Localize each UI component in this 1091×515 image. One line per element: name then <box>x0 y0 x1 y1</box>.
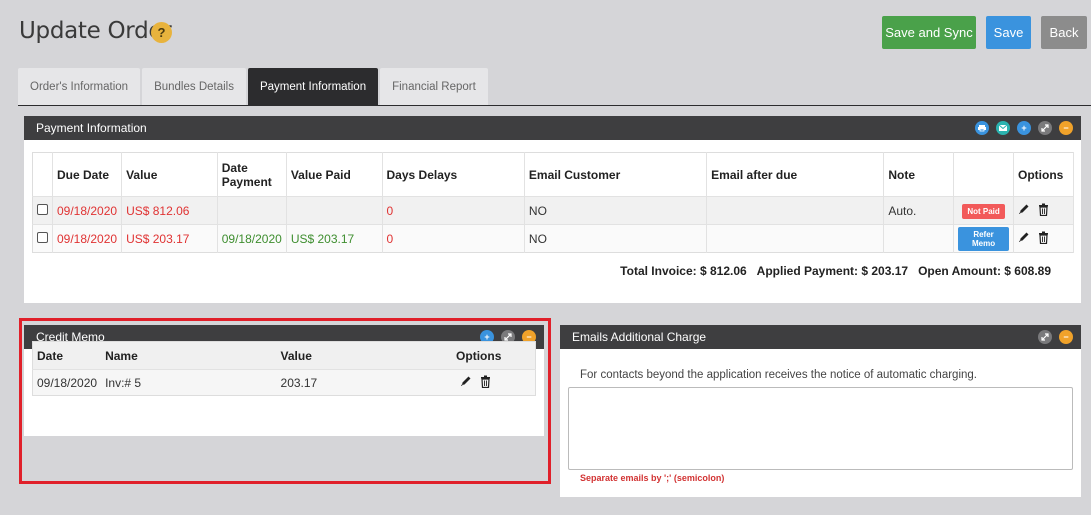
col-value: Value <box>121 152 218 197</box>
payment-panel-header: Payment Information + − <box>24 116 1081 140</box>
save-button[interactable]: Save <box>986 16 1031 49</box>
col-email-customer: Email Customer <box>524 152 708 197</box>
not-paid-badge[interactable]: Not Paid <box>962 203 1005 219</box>
trash-icon[interactable] <box>1038 231 1049 244</box>
payment-totals: Total Invoice: $ 812.06 Applied Payment:… <box>620 264 1051 278</box>
due-date-cell: 09/18/2020 <box>52 196 123 225</box>
edit-icon[interactable] <box>1018 203 1030 215</box>
col-note: Note <box>883 152 955 197</box>
row-checkbox[interactable] <box>37 203 48 215</box>
note-cell <box>883 224 955 253</box>
tab-orders-information[interactable]: Order's Information <box>18 68 141 105</box>
add-icon[interactable]: + <box>1017 121 1031 135</box>
tab-payment-information[interactable]: Payment Information <box>247 68 379 105</box>
col-due-date: Due Date <box>52 152 123 197</box>
applied-payment: Applied Payment: $ 203.17 <box>756 264 909 278</box>
value-cell: US$ 812.06 <box>121 196 218 225</box>
highlight-box <box>19 318 551 484</box>
emails-charge-header: Emails Additional Charge − <box>560 325 1081 349</box>
date-payment-cell: 09/18/2020 <box>217 224 287 253</box>
tab-bundles-details[interactable]: Bundles Details <box>142 68 246 105</box>
value-cell: US$ 203.17 <box>121 224 218 253</box>
email-icon[interactable] <box>996 121 1010 135</box>
payment-information-panel: Payment Information + − Due Date Value D… <box>24 116 1081 303</box>
email-after-due-cell <box>706 224 885 253</box>
col-email-after-due: Email after due <box>706 152 885 197</box>
emails-hint: Separate emails by ';' (semicolon) <box>580 473 725 483</box>
edit-icon[interactable] <box>1018 231 1030 243</box>
payment-table-header: Due Date Value Date Payment Value Paid D… <box>32 152 1074 197</box>
tab-divider <box>18 105 1091 106</box>
value-paid-cell: US$ 203.17 <box>286 224 383 253</box>
page-title: Update Order <box>19 18 172 44</box>
emails-textarea[interactable] <box>568 387 1073 470</box>
col-date-payment: Date Payment <box>217 152 287 197</box>
expand-icon[interactable] <box>1038 121 1052 135</box>
table-row: 09/18/2020 US$ 812.06 0 NO Auto. Not Pai… <box>32 196 1074 225</box>
collapse-icon[interactable]: − <box>1059 121 1073 135</box>
col-options: Options <box>1013 152 1074 197</box>
payment-panel-title: Payment Information <box>36 121 147 135</box>
row-checkbox[interactable] <box>37 231 48 243</box>
collapse-icon[interactable]: − <box>1059 330 1073 344</box>
col-days-delays: Days Delays <box>382 152 525 197</box>
due-date-cell: 09/18/2020 <box>52 224 123 253</box>
days-delays-cell: 0 <box>382 224 525 253</box>
help-icon[interactable]: ? <box>151 22 172 43</box>
refer-memo-badge[interactable]: Refer Memo <box>958 226 1009 251</box>
open-amount: Open Amount: $ 608.89 <box>918 264 1051 278</box>
trash-icon[interactable] <box>1038 203 1049 216</box>
email-customer-cell: NO <box>524 196 708 225</box>
payment-table: Due Date Value Date Payment Value Paid D… <box>32 152 1074 253</box>
table-row: 09/18/2020 US$ 203.17 09/18/2020 US$ 203… <box>32 224 1074 253</box>
emails-charge-title: Emails Additional Charge <box>572 330 707 344</box>
email-customer-cell: NO <box>524 224 708 253</box>
save-and-sync-button[interactable]: Save and Sync <box>882 16 976 49</box>
col-status <box>953 152 1014 197</box>
back-button[interactable]: Back <box>1041 16 1087 49</box>
days-delays-cell: 0 <box>382 196 525 225</box>
total-invoice: Total Invoice: $ 812.06 <box>620 264 747 278</box>
email-after-due-cell <box>706 196 885 225</box>
value-paid-cell <box>286 196 383 225</box>
print-icon[interactable] <box>975 121 989 135</box>
date-payment-cell <box>217 196 287 225</box>
tab-financial-report[interactable]: Financial Report <box>380 68 488 105</box>
emails-charge-description: For contacts beyond the application rece… <box>580 369 977 381</box>
emails-additional-charge-panel: Emails Additional Charge − For contacts … <box>560 325 1081 497</box>
note-cell: Auto. <box>883 196 955 225</box>
tab-bar: Order's Information Bundles Details Paym… <box>18 68 488 105</box>
col-value-paid: Value Paid <box>286 152 383 197</box>
expand-icon[interactable] <box>1038 330 1052 344</box>
